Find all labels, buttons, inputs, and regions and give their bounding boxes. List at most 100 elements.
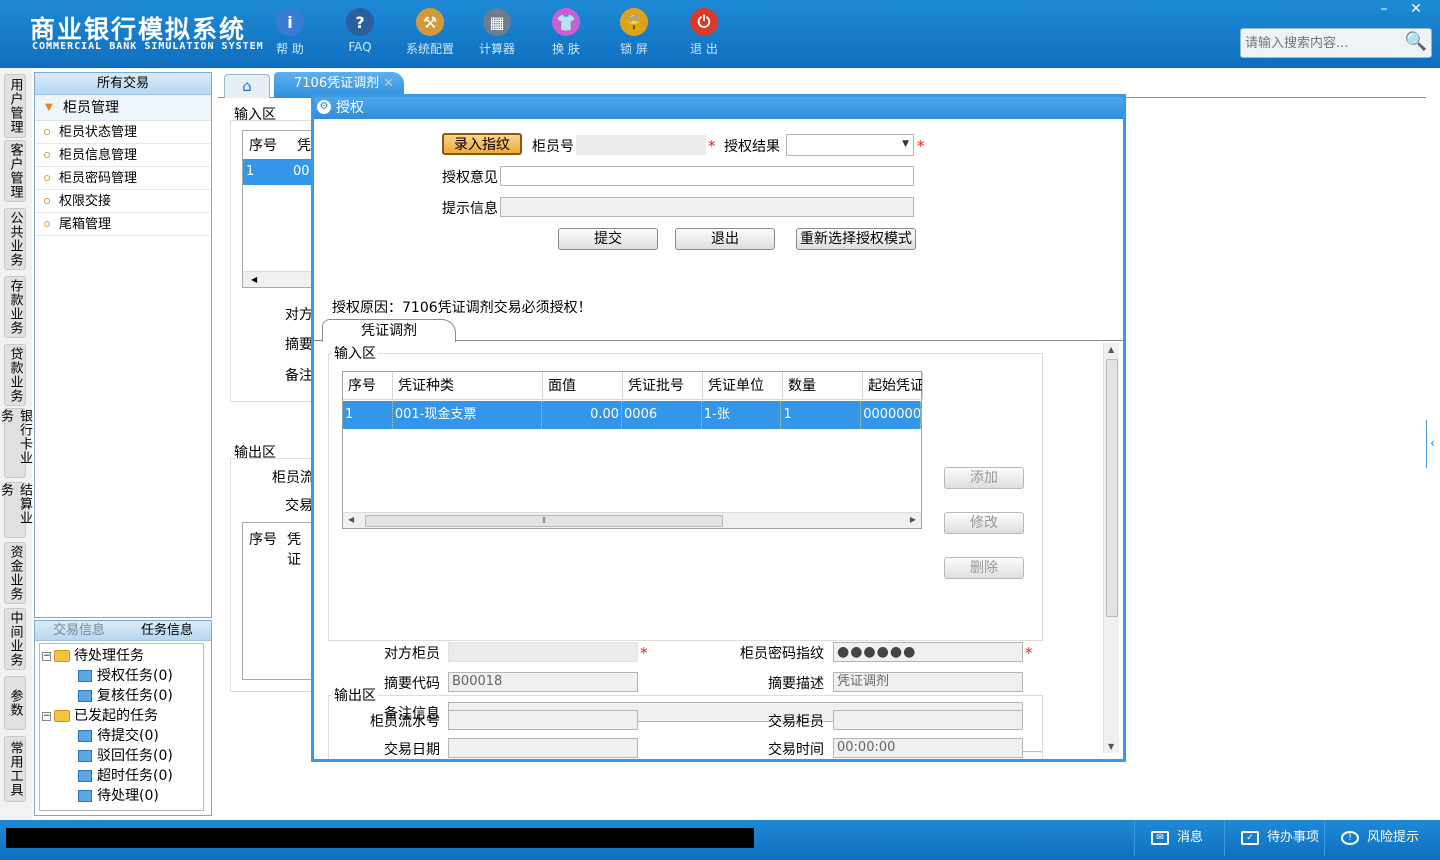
tree-folder[interactable]: − 已发起的任务 <box>42 706 158 726</box>
scroll-right-icon[interactable]: ▶ <box>910 515 916 524</box>
folder-icon <box>54 650 70 662</box>
scroll-up-icon[interactable]: ▲ <box>1108 345 1114 354</box>
grid-column-header[interactable]: 凭证批号 <box>623 372 703 399</box>
toolbar-button-5[interactable]: 🔒 锁 屏 <box>602 8 666 57</box>
menu-item[interactable]: 柜员信息管理 <box>35 144 211 167</box>
delete-button[interactable]: 删除 <box>944 557 1024 579</box>
auth-result-select[interactable]: ▼ <box>786 134 914 156</box>
teller-no-field[interactable] <box>576 135 706 155</box>
grid-column-header[interactable]: 起始凭证 <box>863 372 923 399</box>
menu-item[interactable]: 柜员状态管理 <box>35 121 211 144</box>
vertical-tab-3[interactable]: 存款业务 <box>4 276 26 338</box>
bullet-icon <box>44 152 50 158</box>
tree-item[interactable]: 驳回任务(0) <box>78 746 173 766</box>
tree-item[interactable]: 待提交(0) <box>78 726 159 746</box>
auth-result-label: 授权结果 <box>724 139 780 155</box>
menu-item[interactable]: 尾箱管理 <box>35 213 211 236</box>
tab-voucher-adjust[interactable]: 凭证调剂 <box>322 319 456 342</box>
bg-row-seq: 1 <box>246 164 255 179</box>
peer-teller-input[interactable] <box>448 642 638 662</box>
todo-button[interactable]: ✓ 待办事项 <box>1224 820 1324 856</box>
menu-item-label: 柜员信息管理 <box>59 148 138 163</box>
grid-column-header[interactable]: 序号 <box>343 372 393 399</box>
search-input[interactable] <box>1241 29 1401 57</box>
risk-alert-button[interactable]: ! 风险提示 <box>1324 820 1440 856</box>
toolbar-button-6[interactable]: ⏻ 退 出 <box>672 8 736 57</box>
toolbar-button-2[interactable]: ⚒ 系统配置 <box>398 8 462 57</box>
vertical-tab-6[interactable]: 结算业务 <box>0 482 32 538</box>
tree-item[interactable]: 复核任务(0) <box>78 686 173 706</box>
collapse-icon[interactable]: − <box>42 711 51 721</box>
vertical-tab-10[interactable]: 常用工具 <box>4 736 26 802</box>
menu-item[interactable]: 权限交接 <box>35 190 211 213</box>
vertical-tab-7[interactable]: 资金业务 <box>4 542 26 604</box>
bg-grid-row[interactable]: 1 00 <box>243 159 311 185</box>
vertical-tab-4[interactable]: 贷款业务 <box>4 344 26 406</box>
document-icon <box>78 750 92 762</box>
tree-item[interactable]: 超时任务(0) <box>78 766 173 786</box>
close-icon[interactable]: ✕ <box>1400 0 1432 18</box>
grid-column-header[interactable]: 数量 <box>783 372 863 399</box>
grid-horizontal-scrollbar[interactable]: ◀ ⦀ ▶ <box>343 512 921 528</box>
menu-group-teller[interactable]: ▼ 柜员管理 <box>35 95 211 121</box>
messages-button[interactable]: ✉ 消息 <box>1134 820 1224 856</box>
password-dots: ●●●●●● <box>837 644 917 660</box>
table-row[interactable]: 1001-现金支票0.0000061-张1000000000 <box>343 401 921 429</box>
trans-date-label: 交易日期 <box>384 742 440 758</box>
tab-transaction-info[interactable]: 交易信息 <box>35 621 123 641</box>
pwd-fingerprint-input[interactable]: ●●●●●● <box>833 642 1023 662</box>
exit-button[interactable]: 退出 <box>675 228 775 250</box>
auth-opinion-input[interactable] <box>500 166 914 186</box>
app-subtitle: COMMERCIAL BANK SIMULATION SYSTEM <box>32 41 264 52</box>
grid-column-header[interactable]: 面值 <box>543 372 623 399</box>
tree-item[interactable]: 待处理(0) <box>78 786 159 806</box>
collapse-panel-handle[interactable]: ‹ <box>1426 420 1438 468</box>
minimize-icon[interactable]: – <box>1368 0 1400 18</box>
menu-item[interactable]: 柜员密码管理 <box>35 167 211 190</box>
add-button[interactable]: 添加 <box>944 467 1024 489</box>
search-icon[interactable]: 🔍 <box>1405 31 1427 52</box>
vertical-tab-5[interactable]: 银行卡业务 <box>0 408 32 478</box>
grid-scroll-thumb[interactable]: ⦀ <box>365 515 723 527</box>
scroll-down-icon[interactable]: ▼ <box>1108 742 1114 751</box>
menu-group-label: 柜员管理 <box>63 100 119 116</box>
toolbar-button-1[interactable]: ? FAQ <box>328 8 392 54</box>
enter-fingerprint-button[interactable]: 录入指纹 <box>442 133 522 155</box>
grid-cell: 0.00 <box>542 401 623 429</box>
vertical-tab-9[interactable]: 参数 <box>4 676 26 730</box>
toolbar-button-3[interactable]: ▦ 计算器 <box>465 8 529 57</box>
vertical-tab-2[interactable]: 公共业务 <box>4 208 26 270</box>
tree-node-label: 超时任务(0) <box>97 768 173 784</box>
auth-opinion-label: 授权意见 <box>442 170 498 186</box>
reselect-auth-mode-button[interactable]: 重新选择授权模式 <box>796 228 916 250</box>
scroll-left-icon[interactable]: ◀ <box>348 515 354 524</box>
dialog-titlebar[interactable]: ⚙ 授权 <box>314 97 1123 119</box>
serial-no-input <box>448 710 638 730</box>
grid-column-header[interactable]: 凭证单位 <box>703 372 783 399</box>
home-tab[interactable]: ⌂ <box>224 74 270 98</box>
vertical-scrollbar[interactable]: ▲ ▼ <box>1103 343 1119 753</box>
toolbar-label: 退 出 <box>690 42 718 56</box>
toolbar-button-4[interactable]: 👕 换 肤 <box>534 8 598 57</box>
output-area: 输出区 柜员流水号 交易柜员 交易日期 交易时间 00:00:00 <box>328 685 1103 759</box>
bullet-icon <box>44 175 50 181</box>
toolbar-button-0[interactable]: i 帮 助 <box>258 8 322 57</box>
vertical-tab-8[interactable]: 中间业务 <box>4 608 26 670</box>
scroll-thumb[interactable] <box>1106 359 1118 617</box>
auth-reason: 授权原因：7106凭证调剂交易必须授权！ <box>332 300 592 316</box>
grid-column-header[interactable]: 凭证种类 <box>393 372 543 399</box>
collapse-icon[interactable]: − <box>42 651 51 661</box>
vertical-tab-1[interactable]: 客户管理 <box>4 140 26 202</box>
grid-cell: 0006 <box>622 401 702 429</box>
tab-task-info[interactable]: 任务信息 <box>123 621 211 641</box>
vertical-tab-0[interactable]: 用户管理 <box>4 74 26 138</box>
submit-button[interactable]: 提交 <box>558 228 658 250</box>
modify-button[interactable]: 修改 <box>944 512 1024 534</box>
tree-item[interactable]: 授权任务(0) <box>78 666 173 686</box>
close-tab-icon[interactable]: ✕ <box>383 72 394 96</box>
bg-out-col: 凭证 <box>287 532 301 568</box>
tree-folder[interactable]: − 待处理任务 <box>42 646 144 666</box>
tree-node-label: 待处理(0) <box>97 788 159 804</box>
bg-grid-scrollbar[interactable]: ◀ <box>243 271 311 287</box>
toolbar-label: 帮 助 <box>276 42 304 56</box>
